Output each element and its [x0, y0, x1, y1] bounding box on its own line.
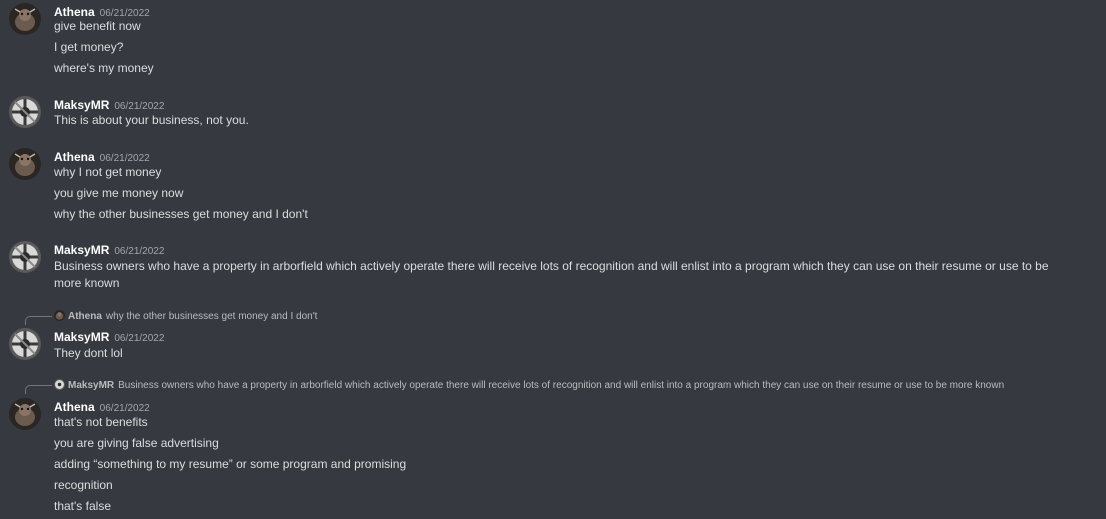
avatar[interactable]: [9, 328, 41, 360]
avatar[interactable]: [9, 3, 41, 35]
message-text: where's my money: [54, 61, 154, 75]
chat-messages: Athena 06/21/2022 give benefit now I get …: [0, 0, 1106, 519]
avatar[interactable]: [9, 398, 41, 430]
message-text: This is about your business, not you.: [54, 113, 249, 127]
reply-preview[interactable]: MaksyMR Business owners who have a proper…: [54, 379, 1004, 393]
reply-connector: [25, 316, 52, 325]
avatar[interactable]: [9, 96, 41, 128]
message-header: MaksyMR 06/21/2022: [54, 328, 164, 344]
avatar[interactable]: [9, 148, 41, 180]
timestamp: 06/21/2022: [114, 246, 165, 257]
reply-avatar-icon: [54, 310, 65, 321]
message-header: Athena 06/21/2022: [54, 3, 150, 19]
reply-text: Business owners who have a property in a…: [118, 380, 1005, 391]
username[interactable]: Athena: [54, 5, 95, 19]
maksymr-avatar-icon: [9, 96, 41, 128]
timestamp: 06/21/2022: [99, 153, 150, 164]
message-text: give benefit now: [54, 19, 141, 33]
message-text: that's false: [54, 499, 111, 513]
reply-text: why the other businesses get money and I…: [105, 311, 318, 322]
avatar[interactable]: [9, 241, 41, 273]
timestamp: 06/21/2022: [114, 333, 165, 344]
timestamp: 06/21/2022: [114, 101, 165, 112]
message-text: recognition: [54, 478, 113, 492]
reply-avatar-icon: [54, 379, 65, 390]
message-text: I get money?: [54, 40, 124, 54]
maksymr-avatar-icon: [9, 328, 41, 360]
athena-avatar-icon: [9, 398, 41, 430]
timestamp: 06/21/2022: [99, 403, 150, 414]
message-text: you give me money now: [54, 186, 184, 200]
reply-author[interactable]: Athena: [68, 311, 102, 322]
username[interactable]: Athena: [54, 400, 95, 414]
maksymr-avatar-icon: [9, 241, 41, 273]
username[interactable]: Athena: [54, 150, 95, 164]
reply-preview[interactable]: Athena why the other businesses get money…: [54, 310, 317, 324]
message-text: why the other businesses get money and I…: [54, 207, 308, 221]
message-header: Athena 06/21/2022: [54, 398, 150, 414]
athena-avatar-icon: [9, 148, 41, 180]
message-text: why I not get money: [54, 165, 162, 179]
message-text: Business owners who have a property in a…: [54, 259, 1049, 290]
message-header: MaksyMR 06/21/2022: [54, 241, 164, 257]
message-text: you are giving false advertising: [54, 436, 219, 450]
reply-connector: [25, 385, 52, 394]
message-text: adding “something to my resume” or some …: [54, 457, 407, 471]
message-text: that's not benefits: [54, 415, 148, 429]
username[interactable]: MaksyMR: [54, 243, 109, 257]
reply-author[interactable]: MaksyMR: [68, 380, 114, 391]
username[interactable]: MaksyMR: [54, 98, 109, 112]
message-header: Athena 06/21/2022: [54, 148, 150, 164]
username[interactable]: MaksyMR: [54, 330, 109, 344]
athena-avatar-icon: [9, 3, 41, 35]
message-text: They dont lol: [54, 346, 123, 360]
message-header: MaksyMR 06/21/2022: [54, 96, 164, 112]
